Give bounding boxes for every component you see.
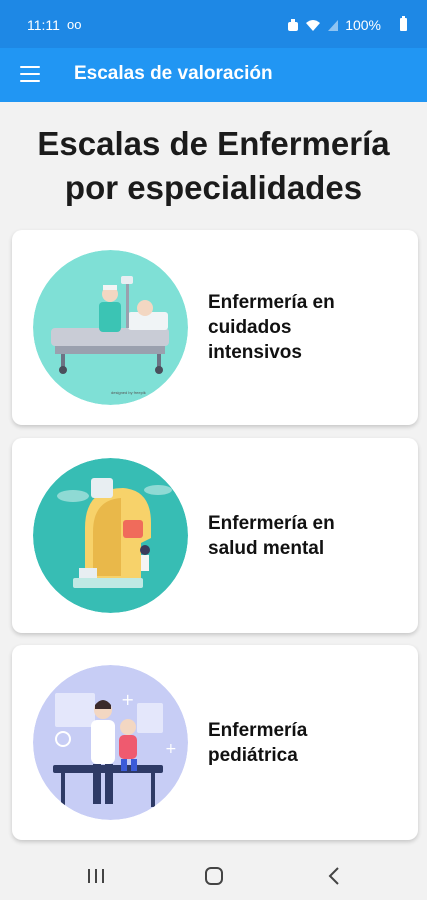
app-bar: Escalas de valoración bbox=[0, 48, 427, 102]
card-pediatric-nursing[interactable]: + + Enfermería pediátrica bbox=[12, 645, 418, 840]
svg-text:designed by freepik: designed by freepik bbox=[111, 390, 146, 395]
system-nav-bar bbox=[0, 852, 427, 900]
signal-icon bbox=[328, 19, 339, 31]
battery-percent: 100% bbox=[345, 17, 381, 33]
card-icu-line-3: intensivos bbox=[208, 342, 302, 363]
card-mental-health-nursing[interactable]: Enfermería en salud mental bbox=[12, 438, 418, 633]
page-title-line-1: Escalas de Enfermería bbox=[37, 125, 390, 162]
recent-apps-icon[interactable] bbox=[76, 862, 116, 890]
status-bar: 11:11 oo 100% bbox=[0, 0, 427, 48]
icu-bed-illustration: designed by freepik bbox=[33, 250, 188, 405]
wifi-icon bbox=[306, 19, 321, 31]
svg-text:+: + bbox=[165, 741, 177, 757]
svg-text:+: + bbox=[121, 690, 134, 709]
mental-health-head-illustration bbox=[33, 458, 188, 613]
page-title: Escalas de Enfermería por especialidades bbox=[0, 122, 427, 210]
card-pediatric-label: Enfermería pediátrica bbox=[208, 645, 398, 840]
card-icu-label: Enfermería en cuidados intensivos bbox=[208, 230, 398, 425]
home-icon[interactable] bbox=[194, 862, 234, 890]
app-title: Escalas de valoración bbox=[74, 63, 273, 84]
hamburger-menu-icon[interactable] bbox=[20, 66, 40, 82]
card-icu-line-1: Enfermería en bbox=[208, 292, 335, 313]
page-title-line-2: por especialidades bbox=[64, 169, 363, 206]
card-icu-nursing[interactable]: designed by freepik Enfermería en cuidad… bbox=[12, 230, 418, 425]
battery-icon bbox=[400, 16, 407, 31]
card-mental-health-line-1: Enfermería en bbox=[208, 512, 335, 534]
card-icu-line-2: cuidados bbox=[208, 317, 292, 338]
card-mental-health-line-2: salud mental bbox=[208, 537, 325, 559]
voicemail-icon: oo bbox=[67, 17, 82, 32]
pediatric-nurse-illustration: + + bbox=[33, 665, 188, 820]
card-mental-health-label: Enfermería en salud mental bbox=[208, 438, 398, 633]
card-pediatric-line-1: Enfermería bbox=[208, 719, 308, 741]
status-time: 11:11 bbox=[27, 17, 60, 33]
back-icon[interactable] bbox=[314, 862, 354, 890]
card-pediatric-line-2: pediátrica bbox=[208, 744, 298, 766]
status-icons: 100% bbox=[287, 17, 381, 33]
hd-icon bbox=[288, 18, 299, 31]
